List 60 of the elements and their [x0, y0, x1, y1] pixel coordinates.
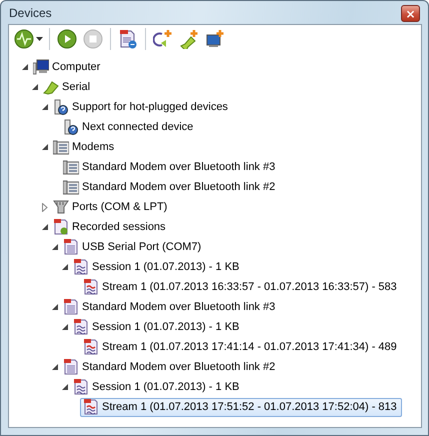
tree-item[interactable]: Stream 1 (01.07.2013 17:41:14 - 01.07.2013 17:41:34) - 489 [80, 338, 402, 356]
recorded-log-icon [53, 219, 69, 235]
tree-item[interactable]: Standard Modem over Bluetooth link #3 [60, 298, 280, 316]
collapse-arrow-icon[interactable] [32, 84, 38, 90]
tree-item[interactable]: Computer [30, 58, 106, 76]
tree-item[interactable]: Next connected device [60, 118, 198, 136]
tree-item[interactable]: Ports (COM & LPT) [50, 198, 172, 216]
window-title: Devices [8, 6, 52, 20]
add-monitor-icon [205, 29, 225, 49]
session-file-icon [73, 379, 89, 395]
log-file-icon [118, 29, 138, 49]
tree-item[interactable]: Standard Modem over Bluetooth link #2 [60, 358, 280, 376]
play-icon [57, 29, 77, 49]
stop-icon [83, 29, 103, 49]
start-button[interactable] [55, 27, 79, 51]
collapse-arrow-icon[interactable] [52, 364, 58, 370]
log-file-icon [63, 239, 79, 255]
collapse-arrow-icon[interactable] [62, 384, 68, 390]
device-question-icon [63, 119, 79, 135]
tree-item[interactable]: Stream 1 (01.07.2013 17:51:52 - 01.07.2013 17:52:04) - 813 [80, 398, 402, 416]
tree-item[interactable]: Modems [50, 138, 120, 156]
collapse-arrow-icon[interactable] [42, 144, 48, 150]
collapse-arrow-icon[interactable] [42, 104, 48, 110]
computer-icon [33, 59, 49, 75]
tree-item[interactable]: Standard Modem over Bluetooth link #3 [60, 158, 280, 176]
monitor-button[interactable] [12, 27, 44, 51]
expand-arrow-icon[interactable] [42, 202, 48, 212]
port-connector-icon [53, 199, 69, 215]
collapse-arrow-icon[interactable] [42, 224, 48, 230]
log-file-icon [63, 359, 79, 375]
stream-file-icon [83, 279, 99, 295]
caret-icon [36, 37, 42, 41]
add-connector-icon [179, 29, 199, 49]
add-loop-icon [153, 29, 173, 49]
waveform-circle-icon [14, 29, 34, 49]
device-question-icon [53, 99, 69, 115]
tree-item[interactable]: Session 1 (01.07.2013) - 1 KB [70, 258, 244, 276]
tree-item[interactable]: Support for hot-plugged devices [50, 98, 233, 116]
session-file-icon [73, 319, 89, 335]
tree-item[interactable]: Recorded sessions [50, 218, 171, 236]
tree-item[interactable]: Standard Modem over Bluetooth link #2 [60, 178, 280, 196]
connector-icon [43, 79, 59, 95]
tree-item[interactable]: Session 1 (01.07.2013) - 1 KB [70, 378, 244, 396]
tree-item[interactable]: USB Serial Port (COM7) [60, 238, 206, 256]
modem-icon [63, 159, 79, 175]
modem-icon [53, 139, 69, 155]
tree-item[interactable]: Stream 1 (01.07.2013 16:33:57 - 01.07.2013 16:33:57) - 583 [80, 278, 402, 296]
stream-file-icon [83, 399, 99, 415]
close-button[interactable]: × [401, 5, 420, 22]
collapse-arrow-icon[interactable] [22, 64, 28, 70]
tree-item[interactable]: Serial [40, 78, 96, 96]
collapse-arrow-icon[interactable] [62, 264, 68, 270]
collapse-arrow-icon[interactable] [52, 244, 58, 250]
log-file-icon [63, 299, 79, 315]
stream-file-icon [83, 339, 99, 355]
tree-item[interactable]: Session 1 (01.07.2013) - 1 KB [70, 318, 244, 336]
collapse-arrow-icon[interactable] [62, 324, 68, 330]
collapse-arrow-icon[interactable] [52, 304, 58, 310]
session-file-icon [73, 259, 89, 275]
modem-icon [63, 179, 79, 195]
